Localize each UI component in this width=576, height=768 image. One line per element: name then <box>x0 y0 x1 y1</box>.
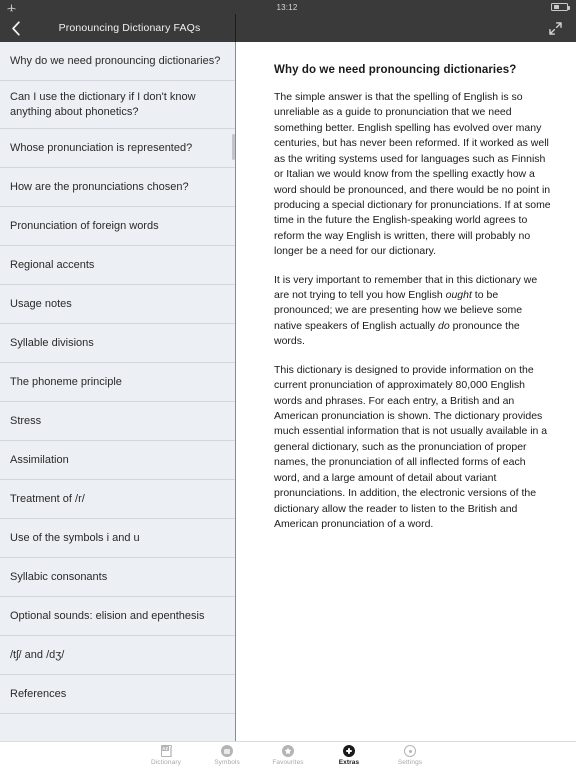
faq-list-item-label: Treatment of /r/ <box>10 492 85 505</box>
navigation-bar: Pronouncing Dictionary FAQs <box>0 14 576 42</box>
faq-list-item-label: Stress <box>10 414 42 427</box>
tab-bar: AZ Dictionary Symbols Favourites Extras Setti… <box>0 741 576 768</box>
faq-list-item-label: Can I use the dictionary if I don't know… <box>10 90 196 118</box>
tab-settings[interactable]: Settings <box>380 745 441 766</box>
clock: 13:12 <box>276 2 298 12</box>
article-heading: Why do we need pronouncing dictionaries? <box>274 64 517 76</box>
faq-list-item[interactable]: References <box>0 675 235 714</box>
faq-list-item-label: Optional sounds: elision and epenthesis <box>10 609 205 622</box>
faq-list-item-label: Why do we need pronouncing dictionaries? <box>10 54 221 67</box>
faq-list-item[interactable]: Syllabic consonants <box>0 558 235 597</box>
faq-list-item-label: Syllable divisions <box>10 336 94 349</box>
expand-button[interactable] <box>544 17 566 39</box>
battery-icon <box>551 3 570 11</box>
faq-list-item[interactable]: Usage notes <box>0 285 235 324</box>
faq-list-item[interactable]: Syllable divisions <box>0 324 235 363</box>
content-area: Why do we need pronouncing dictionaries?… <box>0 42 576 741</box>
faq-list-item[interactable]: /tʃ/ and /dʒ/ <box>0 636 235 675</box>
book-az-icon: AZ <box>160 745 172 758</box>
faq-list-item-label: Pronunciation of foreign words <box>10 219 159 232</box>
status-bar-right <box>551 0 570 14</box>
navigation-bar-right <box>236 14 576 42</box>
article-panel: Why do we need pronouncing dictionaries?… <box>236 42 576 741</box>
gear-circle-icon <box>404 745 416 758</box>
faq-list-item-label: References <box>10 687 67 700</box>
faq-list-item-label: How are the pronunciations chosen? <box>10 180 189 193</box>
tab-label: Extras <box>338 758 360 766</box>
faq-list-item-label: Syllabic consonants <box>10 570 108 583</box>
app-root: 13:12 Pronouncing Dictionary FAQs Why do… <box>0 0 576 768</box>
paragraph-text: This dictionary is designed to provide i… <box>274 363 548 530</box>
faq-list-item-label: The phoneme principle <box>10 375 122 388</box>
tab-favourites[interactable]: Favourites <box>258 745 319 766</box>
tab-dictionary[interactable]: AZ Dictionary <box>136 745 197 766</box>
star-circle-icon <box>282 745 294 758</box>
faq-list-item[interactable]: Use of the symbols i and u <box>0 519 235 558</box>
faq-list-item[interactable]: Optional sounds: elision and epenthesis <box>0 597 235 636</box>
faq-list-item[interactable]: How are the pronunciations chosen? <box>0 168 235 207</box>
navigation-bar-left: Pronouncing Dictionary FAQs <box>0 14 236 42</box>
faq-list-item[interactable]: Can I use the dictionary if I don't know… <box>0 81 235 129</box>
tab-extras[interactable]: Extras <box>319 745 380 766</box>
article-paragraph: This dictionary is designed to provide i… <box>274 363 552 533</box>
faq-list: Why do we need pronouncing dictionaries?… <box>0 42 235 714</box>
symbols-circle-icon <box>221 745 233 758</box>
faq-list-item-label: Usage notes <box>10 297 72 310</box>
faq-list-item[interactable]: Why do we need pronouncing dictionaries? <box>0 42 235 81</box>
faq-list-item-label: Whose pronunciation is represented? <box>10 141 193 154</box>
tab-label: Dictionary <box>151 758 181 766</box>
battery-level-fill <box>553 5 559 9</box>
page-title: Pronouncing Dictionary FAQs <box>58 22 201 34</box>
faq-list-item[interactable]: Stress <box>0 402 235 441</box>
chevron-left-icon <box>11 20 20 36</box>
article-paragraph: It is very important to remember that in… <box>274 273 552 350</box>
article-body: The simple answer is that the spelling o… <box>274 90 552 532</box>
tab-label: Favourites <box>272 758 304 766</box>
plus-circle-icon <box>343 745 355 758</box>
faq-list-item[interactable]: The phoneme principle <box>0 363 235 402</box>
faq-list-item-label: Use of the symbols i and u <box>10 531 140 544</box>
emphasis-text: ought <box>445 289 472 302</box>
faq-sidebar[interactable]: Why do we need pronouncing dictionaries?… <box>0 42 236 741</box>
tab-label: Settings <box>397 758 423 766</box>
status-bar: 13:12 <box>0 0 576 14</box>
faq-list-item-label: /tʃ/ and /dʒ/ <box>10 648 65 661</box>
faq-list-item[interactable]: Pronunciation of foreign words <box>0 207 235 246</box>
faq-list-item-label: Assimilation <box>10 453 69 466</box>
paragraph-text: The simple answer is that the spelling o… <box>274 91 551 258</box>
article-paragraph: The simple answer is that the spelling o… <box>274 90 552 260</box>
status-bar-center: 13:12 <box>0 0 576 14</box>
faq-list-item[interactable]: Treatment of /r/ <box>0 480 235 519</box>
faq-list-item[interactable]: Regional accents <box>0 246 235 285</box>
sidebar-scrollbar[interactable] <box>232 134 235 160</box>
emphasis-text: do <box>438 319 450 332</box>
tab-label: Symbols <box>214 758 240 766</box>
back-button[interactable] <box>0 14 30 42</box>
faq-list-item[interactable]: Whose pronunciation is represented? <box>0 129 235 168</box>
expand-diagonal-icon <box>548 21 562 35</box>
faq-list-item-label: Regional accents <box>10 258 95 271</box>
faq-list-item[interactable]: Assimilation <box>0 441 235 480</box>
tab-symbols[interactable]: Symbols <box>197 745 258 766</box>
